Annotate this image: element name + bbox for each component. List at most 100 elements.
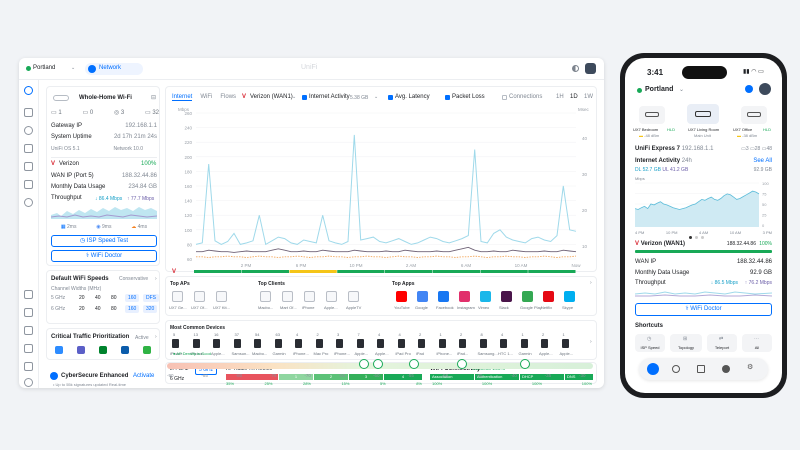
checkbox-connections[interactable] xyxy=(502,95,507,100)
tab-wifi[interactable]: WiFi xyxy=(200,94,212,101)
isp-speed-test-button[interactable]: ◷ ISP Speed Test xyxy=(51,235,157,247)
metric-selector[interactable]: Internet Activity xyxy=(309,94,350,100)
phone-wifi-doctor-button[interactable]: ⚕ WiFi Doctor xyxy=(635,303,772,316)
device-icon[interactable] xyxy=(500,339,507,348)
droplet-icon[interactable] xyxy=(745,85,753,93)
tab-insights-icon[interactable] xyxy=(722,365,730,373)
ap-icon[interactable] xyxy=(172,291,183,302)
network-app-tab[interactable]: Network xyxy=(85,63,143,75)
wifi-speeds-mode[interactable]: Conservative xyxy=(119,276,148,282)
activate-link[interactable]: Activate xyxy=(133,373,154,379)
device-icon[interactable] xyxy=(479,339,487,348)
app-icon[interactable] xyxy=(522,291,533,302)
app-icon[interactable] xyxy=(564,291,575,302)
app-icon[interactable] xyxy=(501,291,512,302)
shortcut-teleport[interactable]: Teleport ⇄ xyxy=(707,334,737,352)
client-icon[interactable] xyxy=(326,291,337,302)
device-icon[interactable] xyxy=(438,339,446,348)
shield-icon[interactable] xyxy=(24,198,33,207)
tab-home-icon[interactable] xyxy=(647,363,659,375)
app-icon[interactable] xyxy=(438,291,449,302)
devices-icon[interactable] xyxy=(24,144,33,153)
chevron-right-icon[interactable]: › xyxy=(590,280,592,286)
home-icon[interactable] xyxy=(24,362,33,371)
traffic-prioritization-card[interactable]: Critical Traffic Prioritization Active › xyxy=(46,328,160,360)
reports-icon[interactable] xyxy=(24,290,33,299)
app-icon[interactable] xyxy=(480,291,491,302)
device-icon[interactable] xyxy=(295,339,302,348)
alarms-icon[interactable] xyxy=(24,308,33,317)
tab-devices-icon[interactable] xyxy=(697,365,705,373)
device-card-office[interactable] xyxy=(741,106,767,124)
device-icon[interactable] xyxy=(418,339,425,348)
device-icon[interactable] xyxy=(356,339,364,348)
shortcut-all[interactable]: All ⋯ xyxy=(742,334,772,352)
chevron-down-icon[interactable]: ⌄ xyxy=(292,94,296,100)
checkbox-activity[interactable] xyxy=(302,95,307,100)
ap-icon[interactable] xyxy=(216,291,227,302)
range-1d[interactable]: 1D xyxy=(570,94,578,100)
clients-icon[interactable] xyxy=(24,162,33,171)
app-icon[interactable] xyxy=(396,291,407,302)
ap-marker[interactable] xyxy=(409,359,419,369)
device-icon[interactable] xyxy=(459,339,466,348)
topology-icon[interactable] xyxy=(24,108,33,117)
chevron-right-icon[interactable]: › xyxy=(155,276,157,282)
device-card-living-room[interactable] xyxy=(687,104,719,124)
device-icon[interactable] xyxy=(274,339,282,348)
ap-icon[interactable] xyxy=(194,291,205,302)
device-icon[interactable] xyxy=(213,339,220,348)
device-icon[interactable] xyxy=(192,339,200,348)
device-icon[interactable] xyxy=(233,339,241,348)
settings-icon[interactable] xyxy=(24,378,33,387)
avatar[interactable] xyxy=(759,83,771,95)
device-icon[interactable] xyxy=(172,339,179,348)
client-icon[interactable] xyxy=(260,291,271,302)
avatar[interactable] xyxy=(585,63,596,74)
tab-clients-icon[interactable] xyxy=(672,365,680,373)
tab-flows[interactable]: Flows xyxy=(220,94,236,101)
tab-settings-icon[interactable]: ⚙ xyxy=(747,363,753,371)
device-card-bedroom[interactable] xyxy=(639,106,665,124)
flows-icon[interactable] xyxy=(24,180,33,189)
chevron-down-icon[interactable]: ⌄ xyxy=(374,94,378,100)
see-all-link[interactable]: See All xyxy=(753,158,772,164)
ap-marker[interactable] xyxy=(373,359,383,369)
device-icon[interactable] xyxy=(561,339,569,348)
toggle-avg-latency[interactable]: Avg. Latency xyxy=(395,94,430,100)
device-icon[interactable] xyxy=(520,339,528,348)
toggle-connections[interactable]: Connections xyxy=(509,94,542,100)
wifi-doctor-button[interactable]: ⚕ WiFi Doctor xyxy=(51,250,157,262)
shortcut-isp-speed[interactable]: ISP Speed ◷ xyxy=(635,334,665,352)
client-icon[interactable] xyxy=(348,291,359,302)
range-1w[interactable]: 1W xyxy=(584,94,593,100)
app-icon[interactable] xyxy=(543,291,554,302)
device-icon[interactable] xyxy=(377,339,384,348)
app-icon[interactable] xyxy=(459,291,470,302)
tab-internet[interactable]: Internet xyxy=(172,94,193,101)
phone-site-selector[interactable]: Portland xyxy=(645,86,673,93)
app-icon[interactable] xyxy=(417,291,428,302)
wan-selector[interactable]: Verizon (WAN1) xyxy=(250,94,293,100)
device-icon[interactable] xyxy=(254,339,261,348)
device-icon[interactable] xyxy=(541,339,548,348)
device-icon[interactable] xyxy=(315,339,323,348)
system-log-icon[interactable] xyxy=(24,344,33,353)
chevron-right-icon[interactable]: › xyxy=(590,339,592,345)
device-icon[interactable] xyxy=(397,339,405,348)
ap-marker[interactable] xyxy=(457,359,467,369)
dashboard-icon[interactable] xyxy=(24,86,33,95)
range-1h[interactable]: 1H xyxy=(556,94,564,100)
device-icon[interactable] xyxy=(336,339,343,348)
checkbox-latency[interactable] xyxy=(388,95,393,100)
chevron-down-icon[interactable]: ⌄ xyxy=(71,65,75,71)
ap-marker[interactable] xyxy=(520,359,530,369)
wifi-icon[interactable] xyxy=(24,126,33,135)
shortcut-topology[interactable]: Topology ⊞ xyxy=(670,334,702,352)
chevron-down-icon[interactable]: ⌄ xyxy=(679,86,684,93)
client-icon[interactable] xyxy=(282,291,293,302)
checkbox-packet-loss[interactable] xyxy=(445,95,450,100)
theme-toggle-icon[interactable] xyxy=(572,65,579,72)
integrations-icon[interactable] xyxy=(24,326,33,335)
site-selector[interactable]: Portland xyxy=(33,65,55,71)
